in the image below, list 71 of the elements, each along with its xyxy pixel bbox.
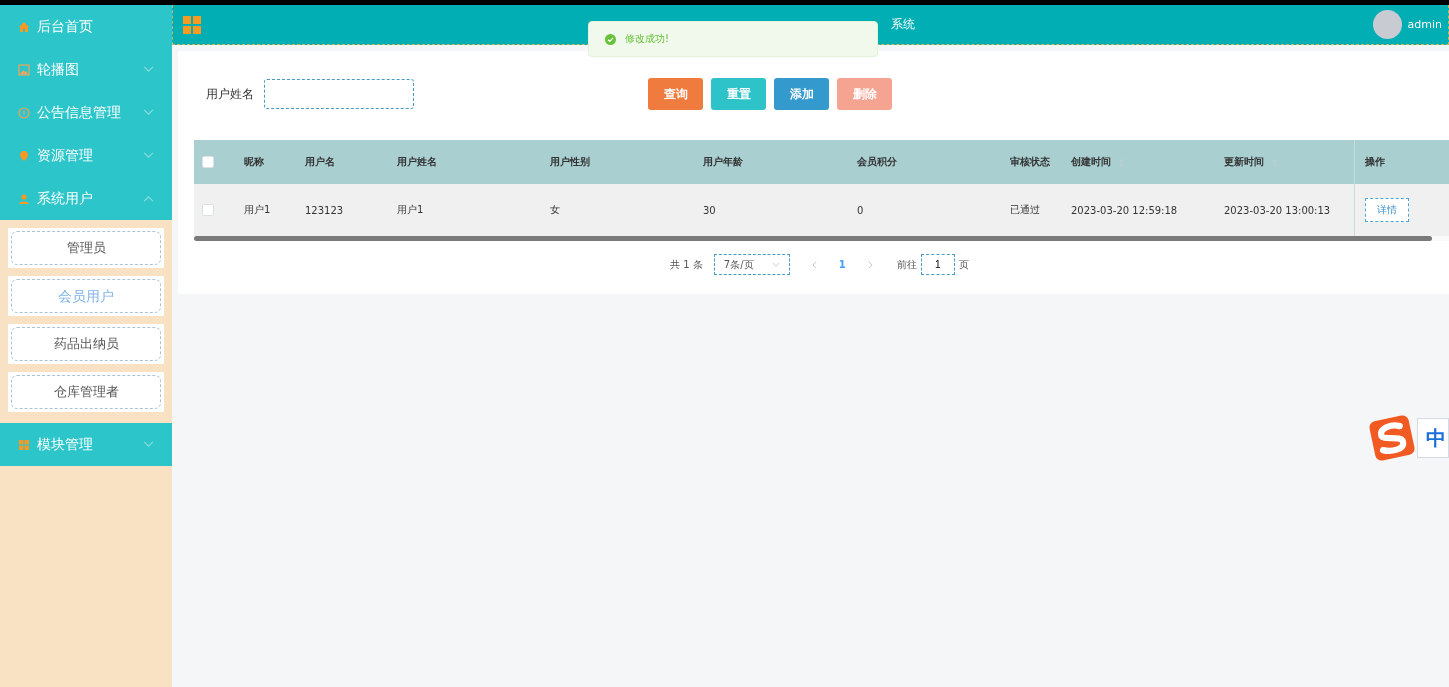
column-header: 会员积分 [857, 155, 897, 169]
search-button[interactable]: 查询 [648, 78, 703, 110]
image-icon [18, 63, 30, 76]
column-header: 创建时间 [1071, 155, 1111, 169]
caret-down-icon [143, 109, 154, 116]
submenu-item[interactable]: 仓库管理者 [11, 375, 161, 409]
caret-down-icon [771, 262, 780, 267]
column-header: 用户年龄 [703, 155, 743, 169]
select-all-checkbox[interactable] [202, 156, 214, 168]
column-header: 昵称 [244, 155, 264, 169]
submenu-item[interactable]: 管理员 [11, 231, 161, 265]
menu-item[interactable]: 资源管理 [0, 134, 172, 177]
table-cell: 用户1 [244, 203, 271, 217]
menu-item[interactable]: 轮播图 [0, 48, 172, 91]
table-cell: 123123 [305, 204, 344, 216]
home-icon [18, 20, 30, 33]
user-icon [18, 192, 30, 205]
table-cell: 2023-03-20 13:00:13 [1224, 204, 1331, 216]
grid-icon[interactable] [183, 15, 201, 34]
goto-label: 前往 [896, 257, 917, 272]
previous-page-icon[interactable] [811, 260, 817, 269]
menu-item[interactable]: 公告信息管理 [0, 91, 172, 134]
page-input[interactable]: 1 [920, 254, 955, 275]
column-header: 更新时间 [1224, 155, 1264, 169]
menu-item[interactable]: 系统用户 [0, 177, 172, 220]
add-button[interactable]: 添加 [774, 78, 829, 110]
column-header: 用户性别 [550, 155, 590, 169]
menu-label: 公告信息管理 [37, 103, 122, 122]
page-number[interactable]: 1 [838, 259, 846, 270]
table-cell: 30 [703, 204, 716, 216]
location-icon [18, 149, 30, 162]
row-checkbox[interactable] [202, 204, 214, 216]
check-circle-icon [605, 33, 616, 45]
grid-icon [18, 438, 30, 451]
submenu-item[interactable]: 药品出纳员 [11, 327, 161, 361]
submenu-item[interactable]: 会员用户 [11, 279, 161, 313]
field-label: 用户姓名 [206, 85, 254, 103]
caret-down-icon [143, 441, 154, 448]
reset-button[interactable]: 重置 [711, 78, 766, 110]
menu-label: 系统用户 [37, 189, 94, 208]
menu-item[interactable]: 模块管理 [0, 423, 172, 466]
page-size-select[interactable]: 7条/页 [713, 254, 790, 275]
table-cell: 0 [857, 204, 864, 216]
menu-label: 后台首页 [37, 17, 94, 36]
avatar[interactable] [1372, 10, 1402, 39]
scrollbar-thumb[interactable] [194, 236, 1432, 241]
detail-button[interactable]: 详情 [1365, 198, 1409, 222]
menu-label: 模块管理 [37, 435, 94, 454]
menu-label: 轮播图 [37, 60, 80, 79]
column-header: 审核状态 [1010, 155, 1050, 169]
toast-message: 修改成功! [625, 32, 669, 46]
info-icon [18, 106, 30, 119]
table-cell: 用户1 [397, 203, 424, 217]
user-name: admin [1407, 18, 1442, 31]
page-suffix: 页 [958, 257, 969, 272]
input-mode[interactable]: 中 [1417, 418, 1449, 458]
table-cell: 已通过 [1010, 203, 1040, 217]
caret-down-icon [143, 66, 154, 73]
next-page-icon[interactable] [867, 260, 873, 269]
total-count: 共 1 条 [670, 257, 703, 272]
caret-down-icon [143, 152, 154, 159]
menu-item[interactable]: 后台首页 [0, 5, 172, 48]
column-header: 用户名 [305, 155, 335, 169]
caret-up-icon [143, 195, 154, 202]
column-header: 用户姓名 [397, 155, 437, 169]
name-input[interactable] [264, 79, 414, 109]
menu-label: 资源管理 [37, 146, 94, 165]
table-cell: 2023-03-20 12:59:18 [1071, 204, 1178, 216]
table-cell: 女 [550, 203, 560, 217]
app-title: 系统 [891, 16, 915, 33]
column-header: 操作 [1365, 155, 1385, 169]
